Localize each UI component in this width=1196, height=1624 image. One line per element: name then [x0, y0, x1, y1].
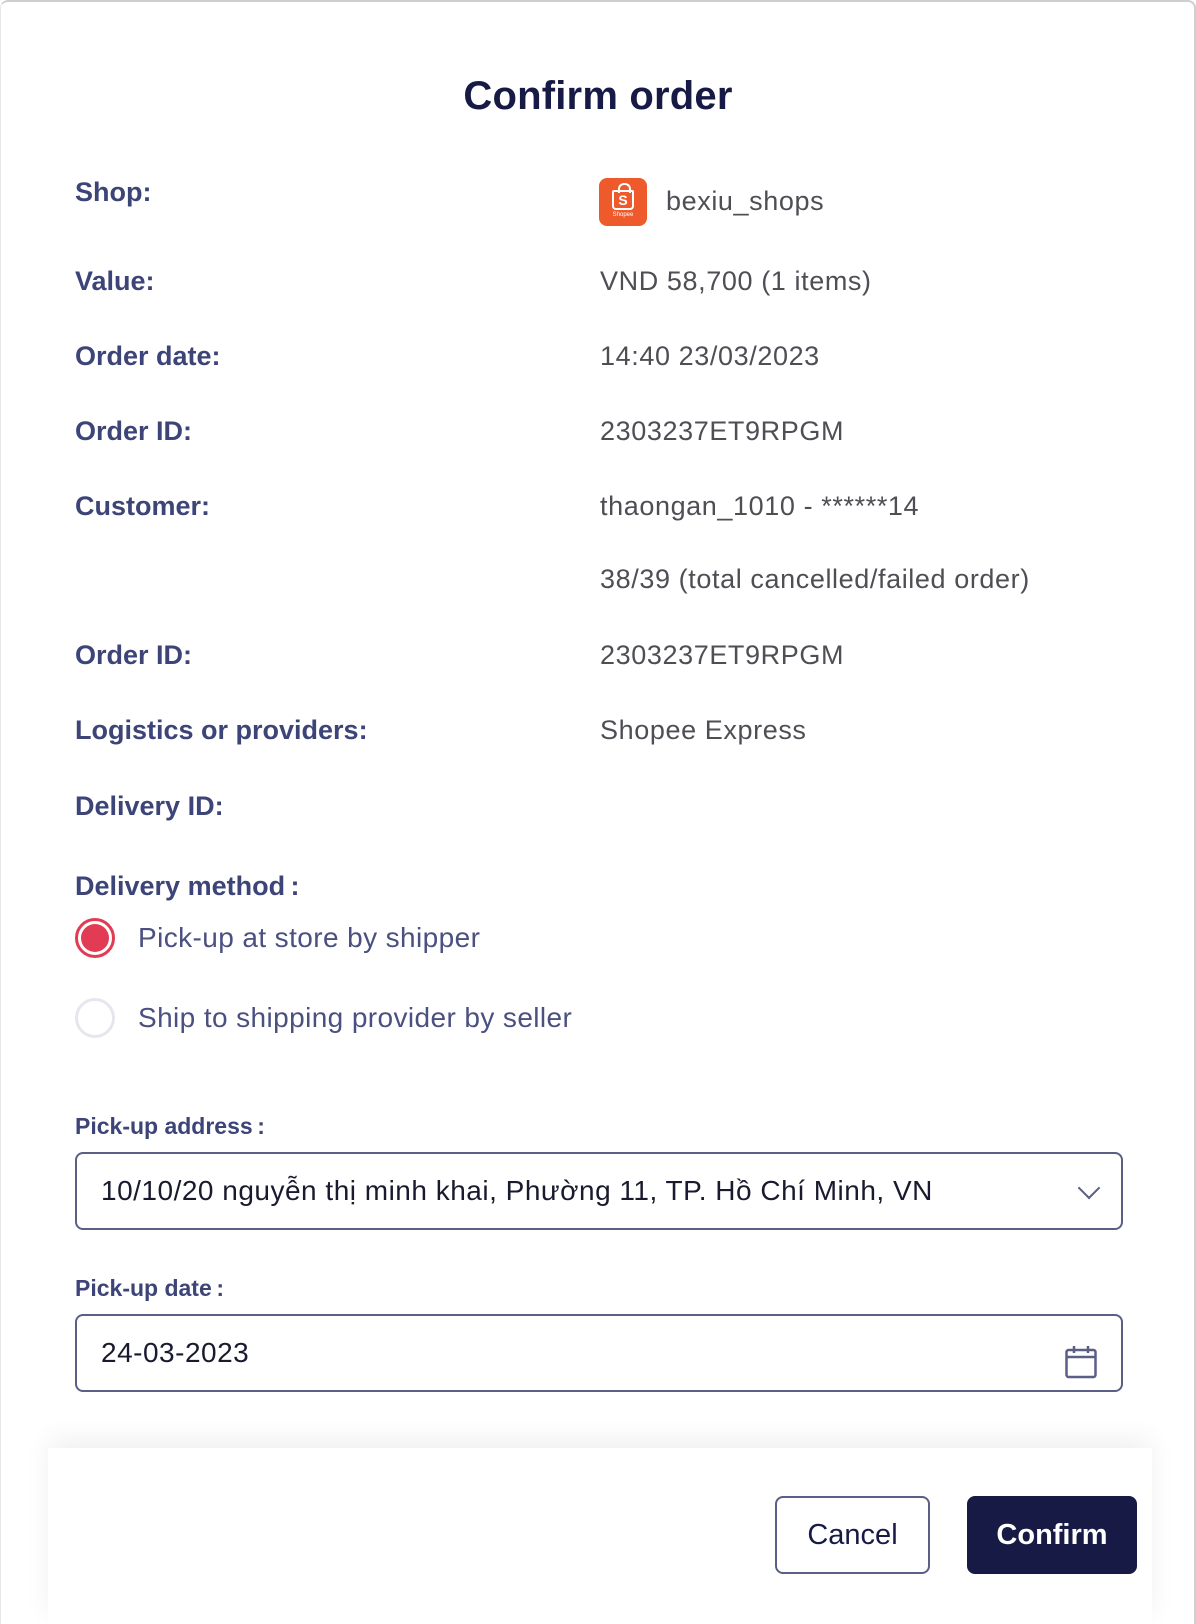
- radio-button-selected[interactable]: [75, 918, 115, 958]
- modal-title: Confirm order: [463, 74, 733, 118]
- calendar-icon[interactable]: [1065, 1345, 1097, 1379]
- radio-label-pickup-store: Pick-up at store by shipper: [138, 922, 481, 953]
- value-label: Value:: [75, 266, 155, 296]
- radio-label-ship-provider: Ship to shipping provider by seller: [138, 1002, 573, 1033]
- order-date-value: 14:40 23/03/2023: [600, 341, 820, 371]
- order-id-label-2: Order ID:: [75, 640, 193, 670]
- order-date-label: Order date:: [75, 341, 221, 371]
- order-id-label: Order ID:: [75, 416, 193, 446]
- order-id-value: 2303237ET9RPGM: [600, 416, 845, 446]
- pickup-date-input[interactable]: 24-03-2023: [75, 1314, 1123, 1392]
- radio-option-ship-provider[interactable]: Ship to shipping provider by seller: [75, 998, 572, 1038]
- logistics-value: Shopee Express: [600, 715, 807, 745]
- confirm-button[interactable]: Confirm: [967, 1496, 1137, 1574]
- customer-label: Customer:: [75, 491, 211, 521]
- pickup-address-select[interactable]: 10/10/20 nguyễn thị minh khai, Phường 11…: [75, 1152, 1123, 1230]
- delivery-id-label: Delivery ID:: [75, 791, 224, 821]
- pickup-address-label: Pick-up address :: [75, 1113, 265, 1139]
- pickup-date-label: Pick-up date :: [75, 1275, 225, 1301]
- customer-cancel-stats: 38/39 (total cancelled/failed order): [600, 564, 1030, 594]
- shop-label: Shop:: [75, 177, 152, 207]
- order-id-value-2: 2303237ET9RPGM: [600, 640, 845, 670]
- delivery-method-label: Delivery method :: [75, 871, 300, 901]
- radio-button-unselected[interactable]: [75, 998, 115, 1038]
- order-value: VND 58,700 (1 items): [600, 266, 872, 296]
- pickup-date-value: 24-03-2023: [101, 1337, 250, 1368]
- customer-value: thaongan_1010 - ******14: [600, 491, 920, 521]
- radio-option-pickup-store[interactable]: Pick-up at store by shipper: [75, 918, 480, 958]
- pickup-address-value: 10/10/20 nguyễn thị minh khai, Phường 11…: [101, 1175, 933, 1206]
- chevron-down-icon[interactable]: [1077, 1176, 1101, 1200]
- shop-name: bexiu_shops: [666, 186, 825, 216]
- logistics-label: Logistics or providers:: [75, 715, 368, 745]
- shop-logo-caption: Shopee: [612, 212, 634, 218]
- shop-logo-letter: S: [612, 183, 634, 210]
- shopee-bag-icon: S Shopee: [599, 178, 647, 226]
- cancel-button[interactable]: Cancel: [775, 1496, 930, 1574]
